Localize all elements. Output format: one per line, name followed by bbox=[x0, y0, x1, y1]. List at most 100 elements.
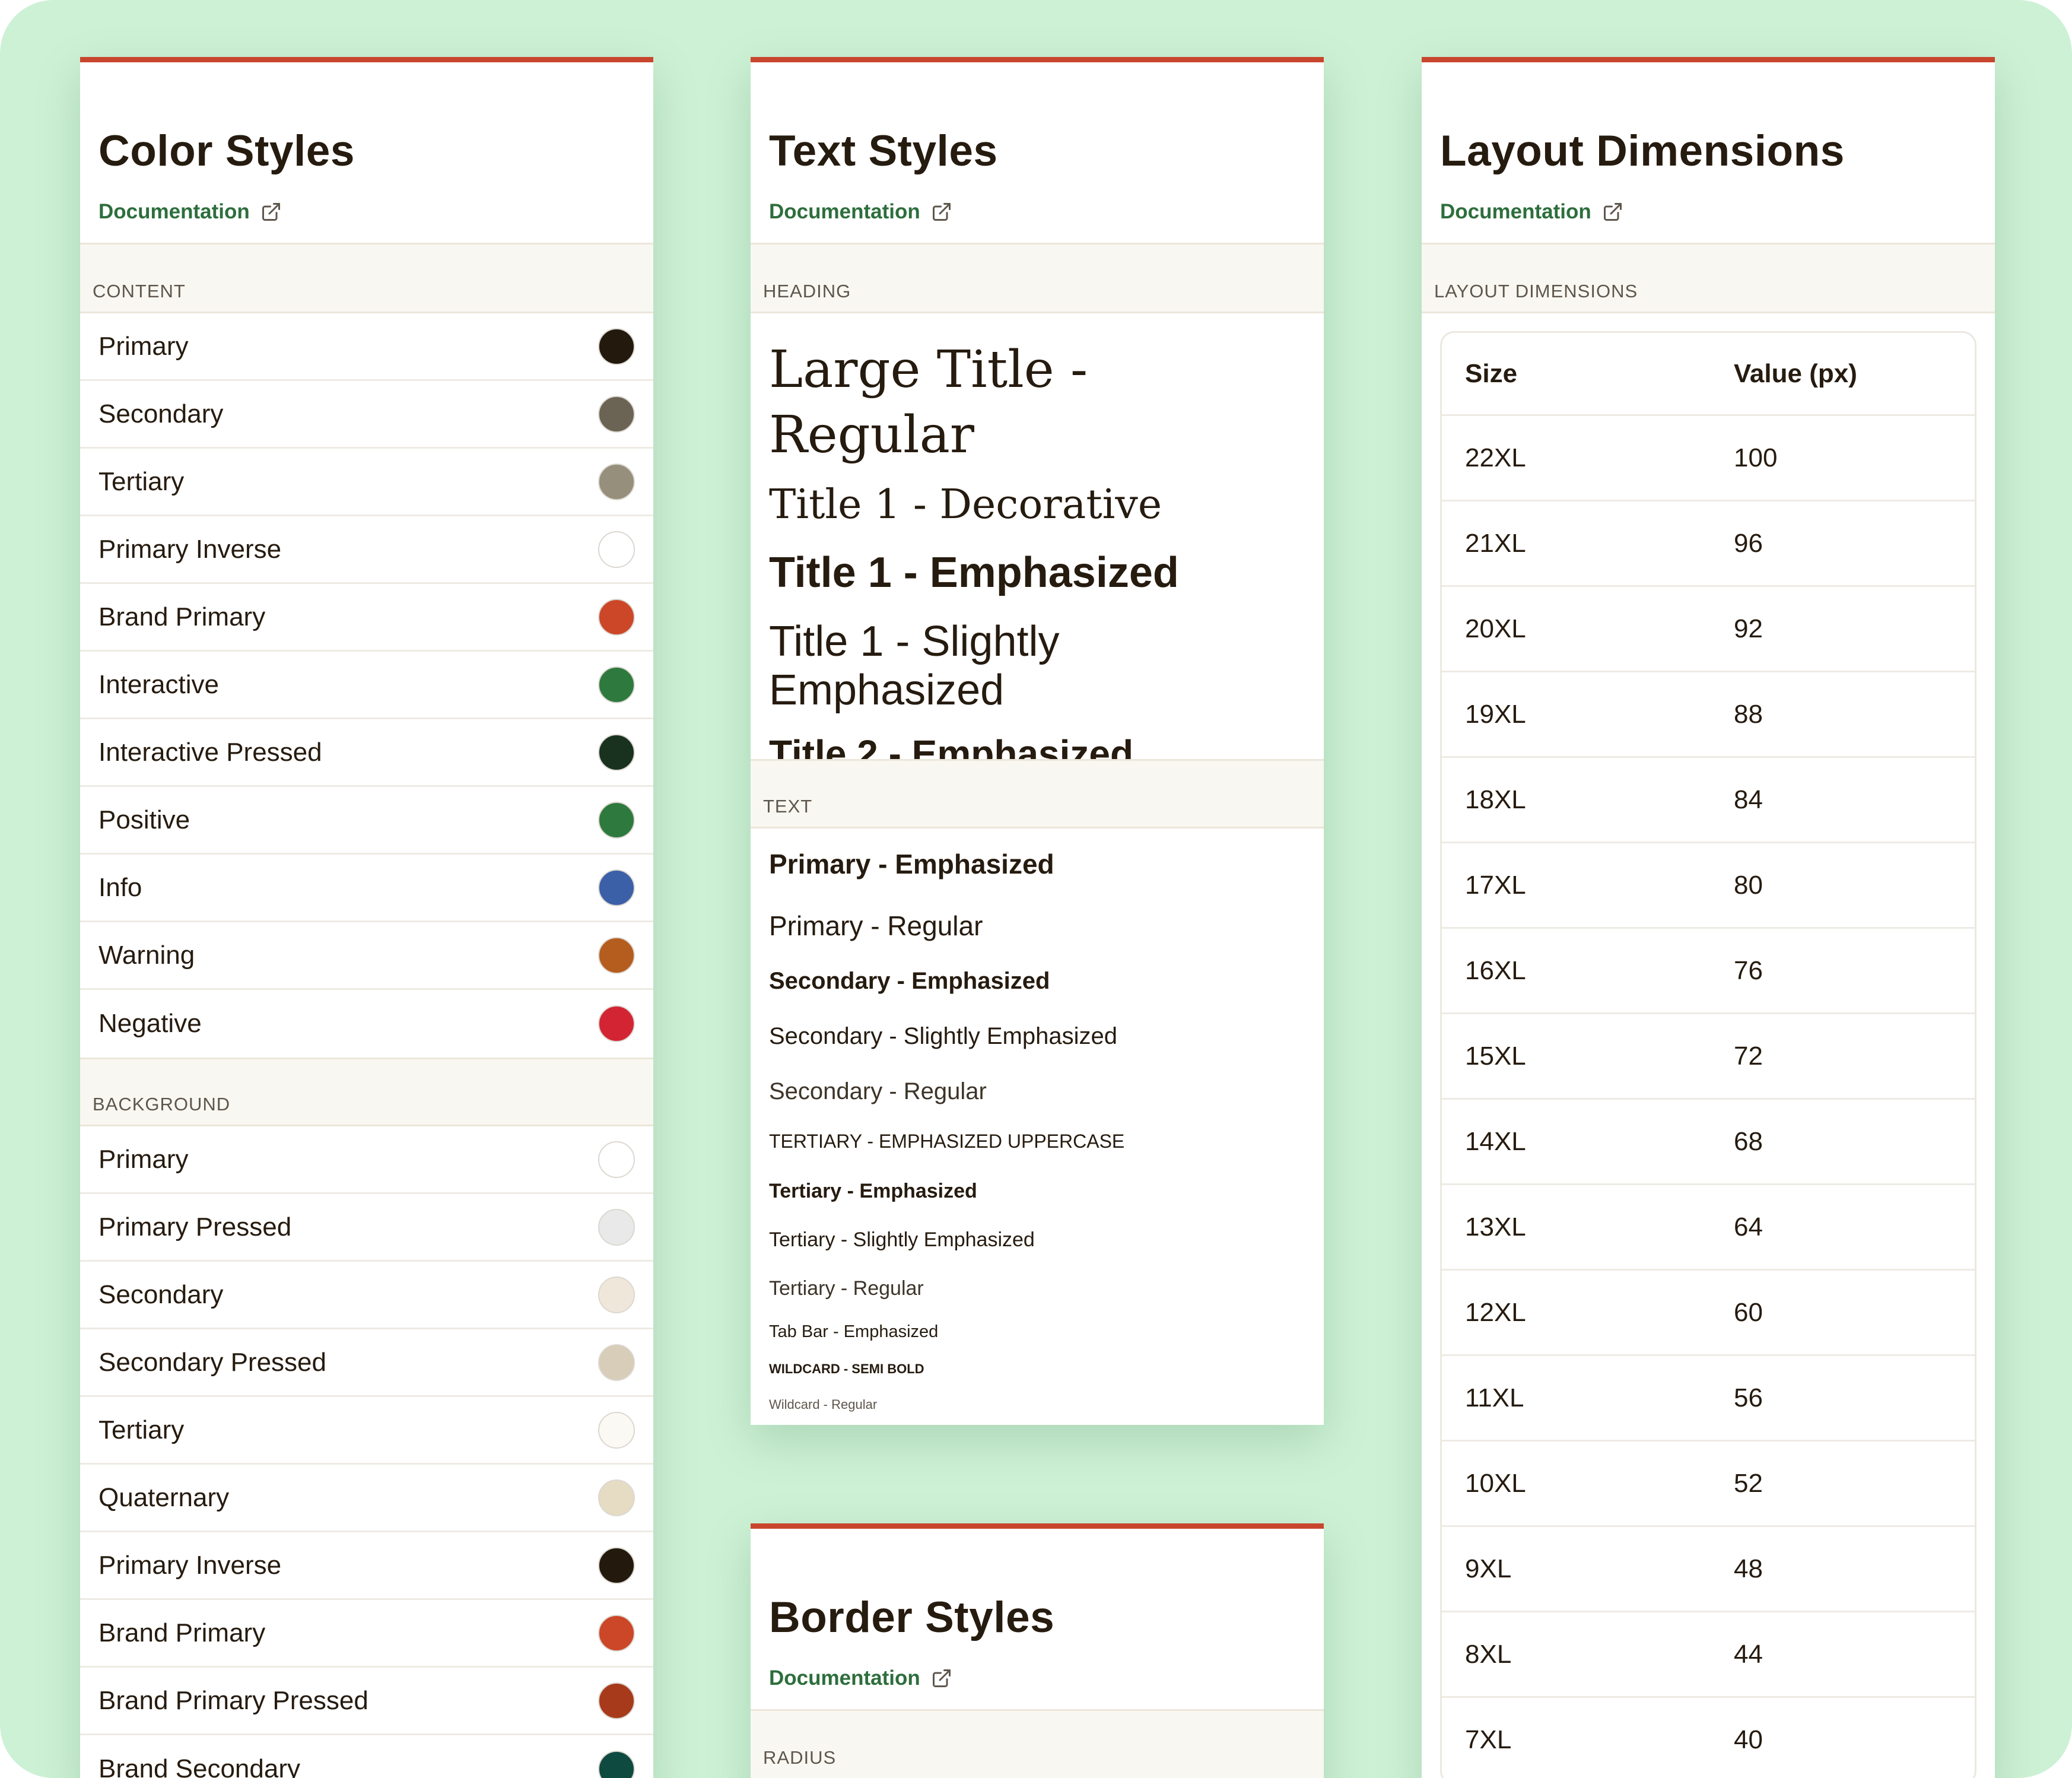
section-label: TEXT bbox=[763, 796, 813, 817]
size-cell: 22XL bbox=[1465, 443, 1526, 472]
color-style-row[interactable]: Brand Secondary bbox=[80, 1735, 653, 1778]
table-row: 17XL 80 bbox=[1442, 843, 1975, 929]
table-row: 22XL 100 bbox=[1442, 416, 1975, 501]
card-header: Border Styles Documentation bbox=[751, 1529, 1324, 1711]
color-swatch bbox=[598, 598, 635, 636]
size-cell: 17XL bbox=[1465, 870, 1526, 900]
text-style-secondary-regular: Secondary - Regular bbox=[769, 1078, 987, 1104]
color-swatch bbox=[598, 1479, 635, 1516]
color-style-row[interactable]: Positive bbox=[80, 787, 653, 855]
content-section-header: CONTENT bbox=[80, 245, 653, 313]
value-cell: 68 bbox=[1734, 1126, 1763, 1156]
color-style-row[interactable]: Info bbox=[80, 855, 653, 922]
color-style-label: Tertiary bbox=[98, 466, 185, 496]
color-style-row[interactable]: Interactive Pressed bbox=[80, 719, 653, 787]
color-style-row[interactable]: Primary Inverse bbox=[80, 516, 653, 584]
color-swatch bbox=[598, 395, 635, 433]
documentation-link-label: Documentation bbox=[769, 1666, 920, 1690]
external-link-icon bbox=[932, 203, 951, 221]
value-cell: 100 bbox=[1734, 443, 1778, 472]
color-swatch bbox=[598, 869, 635, 906]
table-row: 11XL 56 bbox=[1442, 1356, 1975, 1442]
color-style-label: Warning bbox=[98, 940, 195, 970]
card-title: Color Styles bbox=[98, 127, 355, 175]
color-style-row[interactable]: Tertiary bbox=[80, 1397, 653, 1465]
heading-section-header: HEADING bbox=[751, 245, 1324, 313]
color-swatch bbox=[598, 328, 635, 365]
color-style-row[interactable]: Tertiary bbox=[80, 449, 653, 516]
color-styles-card: Color Styles Documentation CONTENT Prima… bbox=[80, 57, 653, 1778]
color-swatch bbox=[598, 1141, 635, 1178]
text-style-tertiary-emphasized-uppercase: TERTIARY - EMPHASIZED UPPERCASE bbox=[769, 1131, 1125, 1152]
table-row: 7XL 40 bbox=[1442, 1698, 1975, 1778]
size-cell: 13XL bbox=[1465, 1212, 1526, 1242]
card-title: Text Styles bbox=[769, 127, 998, 175]
text-style-list: Primary - Emphasized Primary - Regular S… bbox=[751, 828, 1324, 1418]
text-style-primary-emphasized: Primary - Emphasized bbox=[769, 849, 1054, 880]
text-style-tab-bar-emphasized: Tab Bar - Emphasized bbox=[769, 1322, 939, 1341]
color-style-label: Secondary Pressed bbox=[98, 1347, 326, 1377]
table-body: 22XL 100 21XL 96 20XL 92 19XL 88 18XL 84 17XL 80 16X… bbox=[1442, 416, 1975, 1778]
value-cell: 96 bbox=[1734, 528, 1763, 558]
value-cell: 80 bbox=[1734, 870, 1763, 900]
table-row: 20XL 92 bbox=[1442, 587, 1975, 672]
documentation-link[interactable]: Documentation bbox=[1440, 200, 1623, 224]
card-header: Color Styles Documentation bbox=[80, 62, 653, 245]
heading-style-list: Large Title - Regular Title 1 - Decorati… bbox=[751, 313, 1324, 775]
color-swatch bbox=[598, 1344, 635, 1381]
size-cell: 18XL bbox=[1465, 785, 1526, 814]
external-link-icon bbox=[1603, 203, 1622, 221]
color-style-label: Tertiary bbox=[98, 1415, 185, 1444]
color-style-label: Quaternary bbox=[98, 1482, 230, 1512]
section-label: LAYOUT DIMENSIONS bbox=[1434, 281, 1638, 301]
color-style-row[interactable]: Secondary Pressed bbox=[80, 1329, 653, 1397]
documentation-link-label: Documentation bbox=[98, 200, 250, 223]
canvas: Color Styles Documentation CONTENT Prima… bbox=[0, 0, 2072, 1778]
documentation-link[interactable]: Documentation bbox=[98, 200, 282, 224]
color-style-row[interactable]: Primary Inverse bbox=[80, 1532, 653, 1600]
color-style-row[interactable]: Brand Primary Pressed bbox=[80, 1668, 653, 1735]
value-cell: 88 bbox=[1734, 699, 1763, 729]
color-swatch bbox=[598, 1005, 635, 1042]
color-swatch bbox=[598, 1751, 635, 1778]
color-style-row[interactable]: Primary Pressed bbox=[80, 1194, 653, 1262]
color-style-row[interactable]: Interactive bbox=[80, 652, 653, 719]
table-row: 14XL 68 bbox=[1442, 1100, 1975, 1185]
color-swatch bbox=[598, 666, 635, 703]
color-style-row[interactable]: Negative bbox=[80, 990, 653, 1058]
value-cell: 44 bbox=[1734, 1639, 1763, 1669]
color-style-row[interactable]: Secondary bbox=[80, 381, 653, 449]
layout-dimensions-section-header: LAYOUT DIMENSIONS bbox=[1422, 245, 1995, 313]
size-cell: 16XL bbox=[1465, 955, 1526, 985]
value-cell: 40 bbox=[1734, 1725, 1763, 1754]
radius-section-header: RADIUS bbox=[751, 1711, 1324, 1778]
color-style-row[interactable]: Quaternary bbox=[80, 1465, 653, 1532]
table-row: 16XL 76 bbox=[1442, 929, 1975, 1014]
color-style-label: Interactive Pressed bbox=[98, 737, 322, 767]
column-header-value: Value (px) bbox=[1734, 358, 1857, 388]
color-style-row[interactable]: Primary bbox=[80, 313, 653, 381]
documentation-link[interactable]: Documentation bbox=[769, 200, 952, 224]
color-swatch bbox=[598, 1682, 635, 1719]
color-swatch bbox=[598, 734, 635, 771]
value-cell: 60 bbox=[1734, 1297, 1763, 1327]
table-row: 15XL 72 bbox=[1442, 1014, 1975, 1100]
color-style-label: Primary bbox=[98, 331, 189, 361]
table-row: 8XL 44 bbox=[1442, 1612, 1975, 1698]
color-style-row[interactable]: Primary bbox=[80, 1126, 653, 1194]
table-row: 21XL 96 bbox=[1442, 501, 1975, 587]
color-style-row[interactable]: Brand Primary bbox=[80, 1600, 653, 1668]
color-swatch bbox=[598, 1411, 635, 1449]
color-style-row[interactable]: Secondary bbox=[80, 1262, 653, 1329]
color-style-row[interactable]: Warning bbox=[80, 922, 653, 990]
external-link-icon bbox=[262, 203, 280, 221]
color-style-label: Interactive bbox=[98, 669, 219, 699]
value-cell: 84 bbox=[1734, 785, 1763, 814]
color-style-row[interactable]: Brand Primary bbox=[80, 584, 653, 652]
heading-style-large-title-regular: Large Title - Regular bbox=[769, 340, 1088, 465]
size-cell: 21XL bbox=[1465, 528, 1526, 558]
color-swatch bbox=[598, 1208, 635, 1246]
value-cell: 92 bbox=[1734, 614, 1763, 643]
value-cell: 48 bbox=[1734, 1554, 1763, 1583]
documentation-link[interactable]: Documentation bbox=[769, 1666, 952, 1690]
